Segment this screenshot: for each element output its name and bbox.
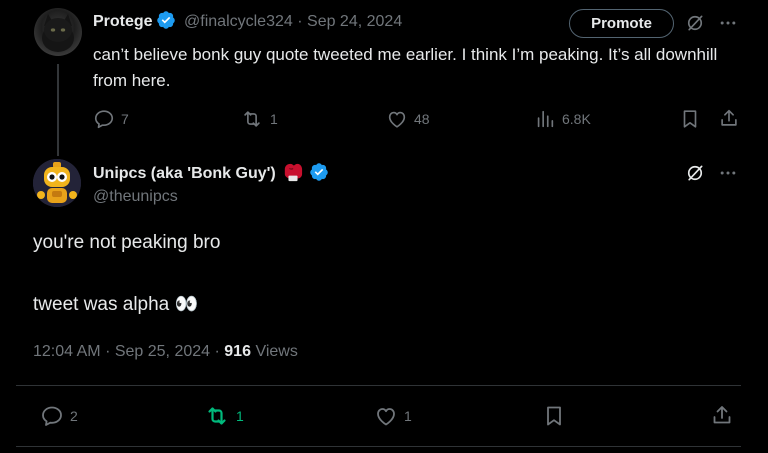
- like-count: 1: [404, 408, 412, 424]
- promote-button[interactable]: Promote: [569, 9, 674, 38]
- repost-count: 1: [270, 111, 278, 127]
- display-name[interactable]: Protege: [93, 13, 153, 30]
- robot-avatar-image: [33, 159, 81, 207]
- avatar[interactable]: [33, 159, 81, 207]
- share-icon[interactable]: [710, 403, 734, 427]
- reply-count: 2: [70, 408, 78, 424]
- boxing-glove-icon: [282, 162, 304, 182]
- main-header: Unipcs (aka 'Bonk Guy'): [93, 162, 329, 183]
- cat-avatar-image: [42, 14, 74, 52]
- views-icon: [534, 108, 556, 130]
- verified-badge-icon: [156, 10, 176, 30]
- tweet-time[interactable]: 12:04 AM: [33, 343, 101, 360]
- tweet-date[interactable]: Sep 25, 2024: [115, 343, 210, 360]
- handle[interactable]: @finalcycle324: [184, 13, 293, 30]
- views-label: Views: [255, 343, 298, 360]
- like-icon: [374, 404, 398, 428]
- like-icon: [386, 108, 408, 130]
- like-count: 48: [414, 111, 430, 127]
- bookmark-icon[interactable]: [542, 404, 566, 428]
- reply-count: 7: [121, 111, 129, 127]
- display-name[interactable]: Unipcs (aka 'Bonk Guy'): [93, 165, 276, 182]
- tweet-meta: 12:04 AM · Sep 25, 2024 · 916 Views: [33, 343, 298, 361]
- tweet-date[interactable]: Sep 24, 2024: [307, 13, 402, 30]
- separator: ·: [297, 13, 303, 30]
- parent-header: Protege @finalcycle324 · Sep 24, 2024: [93, 10, 402, 31]
- share-icon[interactable]: [718, 107, 740, 129]
- repost-button[interactable]: 1: [204, 404, 244, 428]
- repost-icon: [204, 404, 230, 428]
- reply-icon: [40, 404, 64, 428]
- reply-button[interactable]: 2: [40, 404, 78, 428]
- divider: [16, 385, 741, 386]
- avatar[interactable]: [34, 8, 82, 56]
- more-icon[interactable]: [718, 13, 738, 33]
- more-icon[interactable]: [718, 163, 738, 183]
- tweet-text-line-2: tweet was alpha 👀: [33, 294, 199, 315]
- bookmark-icon[interactable]: [679, 108, 701, 130]
- separator: ·: [105, 343, 111, 360]
- like-button[interactable]: 1: [374, 404, 412, 428]
- grok-icon[interactable]: [685, 163, 705, 183]
- reply-button[interactable]: 7: [93, 108, 129, 130]
- handle[interactable]: @theunipcs: [93, 188, 178, 206]
- repost-button[interactable]: 1: [240, 108, 278, 130]
- repost-count: 1: [236, 408, 244, 424]
- tweet-text-line-1: you're not peaking bro: [33, 232, 221, 253]
- thread-connector-line: [57, 64, 59, 156]
- reply-icon: [93, 108, 115, 130]
- verified-badge-icon: [309, 162, 329, 182]
- grok-icon[interactable]: [685, 13, 705, 33]
- separator: ·: [214, 343, 220, 360]
- views-button[interactable]: 6.8K: [534, 108, 591, 130]
- tweet-text: can’t believe bonk guy quote tweeted me …: [93, 45, 718, 90]
- repost-icon: [240, 108, 264, 130]
- divider: [16, 446, 741, 447]
- views-count: 6.8K: [562, 111, 591, 127]
- like-button[interactable]: 48: [386, 108, 430, 130]
- views-count: 916: [224, 343, 251, 360]
